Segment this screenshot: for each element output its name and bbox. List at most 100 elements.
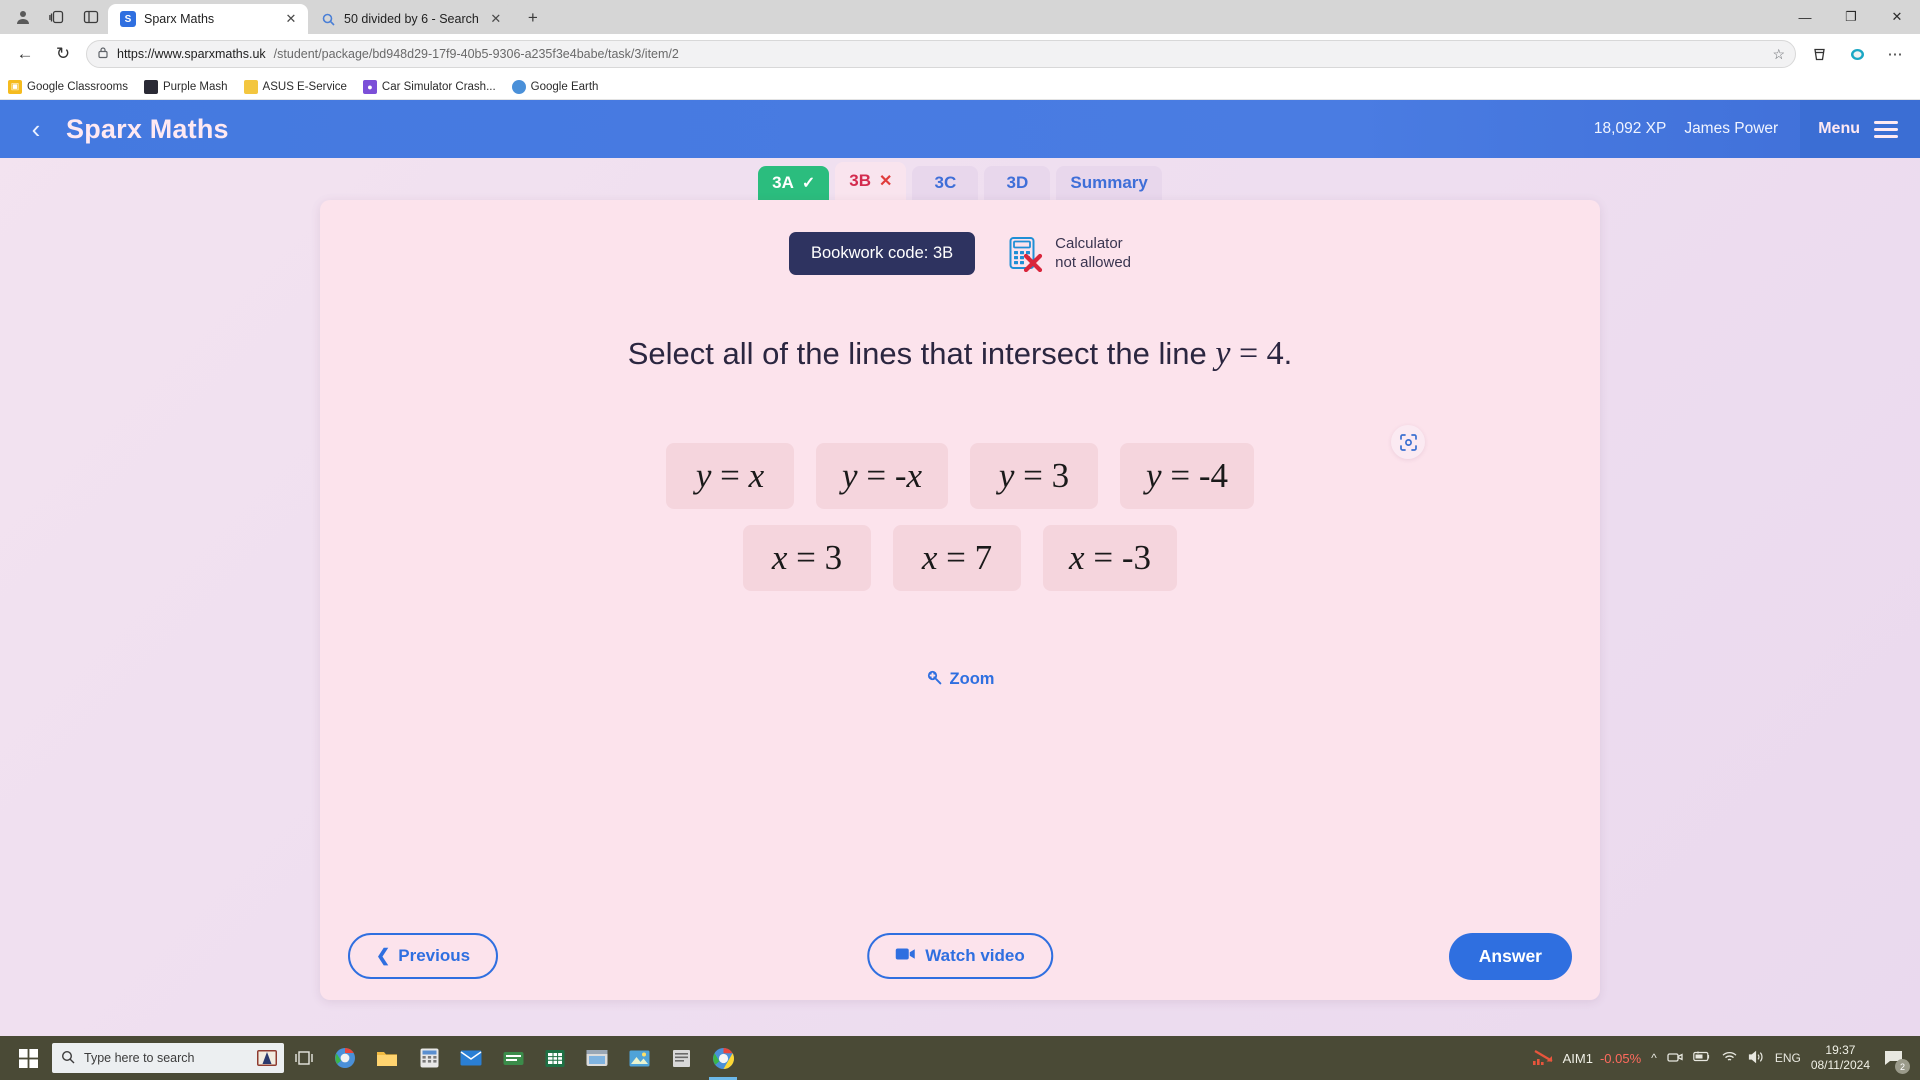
cross-icon: ✕ xyxy=(878,173,893,190)
watch-video-button[interactable]: Watch video xyxy=(867,933,1053,979)
taskbar-app-chrome[interactable] xyxy=(324,1036,366,1080)
tab-groups-icon[interactable] xyxy=(40,0,74,34)
tab-label: 3D xyxy=(1006,173,1029,192)
start-button[interactable] xyxy=(6,1036,50,1080)
calculator-line2: not allowed xyxy=(1055,253,1132,271)
bookmark-item[interactable]: ▣ Google Classrooms xyxy=(8,79,128,94)
tab-label: Summary xyxy=(1070,173,1148,192)
bookmark-item[interactable]: ASUS E-Service xyxy=(243,79,347,94)
calculator-text: Calculator not allowed xyxy=(1055,235,1131,272)
taskbar-app-photos[interactable] xyxy=(618,1036,660,1080)
minimize-button[interactable]: — xyxy=(1782,0,1828,34)
back-icon[interactable]: ← xyxy=(10,39,40,69)
browser-tab-sparx[interactable]: S Sparx Maths ✕ xyxy=(108,4,308,34)
collections-icon[interactable] xyxy=(1804,39,1834,69)
lock-icon xyxy=(97,46,109,62)
option-x-equals-negative-3[interactable]: x = -3 xyxy=(1043,525,1177,591)
close-icon[interactable]: ✕ xyxy=(487,10,505,28)
option-y-equals-x[interactable]: y = x xyxy=(666,443,795,509)
option-y-equals-3[interactable]: y = 3 xyxy=(970,443,1099,509)
tab-3d[interactable]: 3D xyxy=(984,166,1051,200)
vertical-tabs-icon[interactable] xyxy=(74,0,108,34)
taskbar-app-notepad[interactable] xyxy=(660,1036,702,1080)
windows-taskbar: Type here to search AIM1 -0.05% ^ ENG 19… xyxy=(0,1036,1920,1080)
bookmark-label: ASUS E-Service xyxy=(262,80,347,93)
task-view-icon[interactable] xyxy=(284,1036,324,1080)
tab-summary[interactable]: Summary xyxy=(1056,166,1162,200)
zoom-in-icon xyxy=(926,669,942,690)
tab-3c[interactable]: 3C xyxy=(912,166,979,200)
back-button[interactable]: ‹ xyxy=(14,107,58,151)
show-hidden-icons-chevron-up-icon[interactable]: ^ xyxy=(1651,1051,1657,1065)
browser-toolbar: ← ↻ https://www.sparxmaths.uk/student/pa… xyxy=(0,34,1920,74)
taskbar-app-excel[interactable] xyxy=(534,1036,576,1080)
google-earth-icon xyxy=(511,79,526,94)
bookmark-item[interactable]: ● Car Simulator Crash... xyxy=(362,79,496,94)
notifications-icon[interactable]: 2 xyxy=(1880,1045,1910,1074)
chevron-left-icon: ❮ xyxy=(376,946,391,965)
tab-label: 3A xyxy=(772,173,794,192)
stock-change: -0.05% xyxy=(1599,1050,1642,1066)
tab-title: 50 divided by 6 - Search xyxy=(344,12,479,26)
video-camera-icon xyxy=(895,946,915,966)
taskbar-app-chrome-active[interactable] xyxy=(702,1036,744,1080)
wifi-icon[interactable] xyxy=(1721,1050,1738,1066)
bookmark-star-icon[interactable]: ☆ xyxy=(1772,46,1785,63)
battery-saver-icon[interactable] xyxy=(1693,1050,1711,1066)
sparx-s-icon: S xyxy=(120,11,136,27)
menu-button[interactable]: Menu xyxy=(1800,100,1920,158)
taskbar-app-explorer[interactable] xyxy=(366,1036,408,1080)
bookmark-item[interactable]: Google Earth xyxy=(511,79,599,94)
option-label: x = -3 xyxy=(1069,538,1151,577)
tab-3a[interactable]: 3A ✓ xyxy=(758,166,830,200)
bookmark-label: Google Earth xyxy=(530,80,599,93)
answer-options: y = x y = -x y = 3 y = -4 x = 3 x = 7 x … xyxy=(320,443,1600,591)
option-y-equals-negative-x[interactable]: y = -x xyxy=(816,443,949,509)
profile-icon[interactable] xyxy=(6,0,40,34)
maximize-button[interactable]: ❐ xyxy=(1828,0,1874,34)
option-x-equals-7[interactable]: x = 7 xyxy=(893,525,1022,591)
zoom-button[interactable]: Zoom xyxy=(320,669,1600,690)
previous-button[interactable]: ❮ Previous xyxy=(348,933,499,979)
options-row-2: x = 3 x = 7 x = -3 xyxy=(320,525,1600,591)
google-classroom-icon: ▣ xyxy=(8,79,22,94)
scan-question-icon[interactable] xyxy=(1391,425,1425,459)
taskbar-app-browser2[interactable] xyxy=(576,1036,618,1080)
app-header: ‹ Sparx Maths 18,092 XP James Power Menu xyxy=(0,100,1920,158)
option-label: y = -x xyxy=(842,456,923,495)
camera-privacy-icon[interactable] xyxy=(1667,1050,1683,1067)
stock-ticker[interactable]: AIM1 -0.05% xyxy=(1532,1048,1642,1069)
close-icon[interactable]: ✕ xyxy=(282,10,300,28)
option-label: y = 3 xyxy=(998,456,1070,495)
page-title: Sparx Maths xyxy=(66,113,229,144)
bookmark-item[interactable]: Purple Mash xyxy=(143,79,228,94)
clock[interactable]: 19:37 08/11/2024 xyxy=(1811,1043,1870,1073)
taskbar-app-calculator[interactable] xyxy=(408,1036,450,1080)
reload-icon[interactable]: ↻ xyxy=(48,39,78,69)
xp-counter: 18,092 XP xyxy=(1593,120,1667,137)
more-options-icon[interactable]: ⋯ xyxy=(1880,39,1910,69)
menu-label: Menu xyxy=(1818,120,1860,137)
copilot-icon[interactable] xyxy=(1842,39,1872,69)
language-indicator[interactable]: ENG xyxy=(1775,1051,1801,1065)
address-bar[interactable]: https://www.sparxmaths.uk/student/packag… xyxy=(86,40,1796,68)
tab-3b[interactable]: 3B ✕ xyxy=(835,162,907,200)
search-highlight-icon xyxy=(256,1047,278,1069)
question-prefix: Select all of the lines that intersect t… xyxy=(627,336,1216,371)
taskbar-app-teams[interactable] xyxy=(492,1036,534,1080)
option-y-equals-negative-4[interactable]: y = -4 xyxy=(1120,443,1254,509)
calculator-line1: Calculator xyxy=(1055,235,1123,253)
browser-tab-search[interactable]: 50 divided by 6 - Search ✕ xyxy=(308,4,513,34)
question-math-value: 4 xyxy=(1266,335,1284,372)
window-close-button[interactable]: ✕ xyxy=(1874,0,1920,34)
user-name: James Power xyxy=(1684,120,1779,137)
taskbar-app-mail[interactable] xyxy=(450,1036,492,1080)
answer-button[interactable]: Answer xyxy=(1448,932,1572,980)
calculator-status: Calculator not allowed xyxy=(1009,235,1131,272)
new-tab-button[interactable]: + xyxy=(519,4,547,32)
option-x-equals-3[interactable]: x = 3 xyxy=(743,525,872,591)
tab-title: Sparx Maths xyxy=(144,12,215,26)
volume-icon[interactable] xyxy=(1748,1050,1765,1067)
question-math-equals: = xyxy=(1230,335,1267,372)
search-input[interactable]: Type here to search xyxy=(52,1043,284,1073)
